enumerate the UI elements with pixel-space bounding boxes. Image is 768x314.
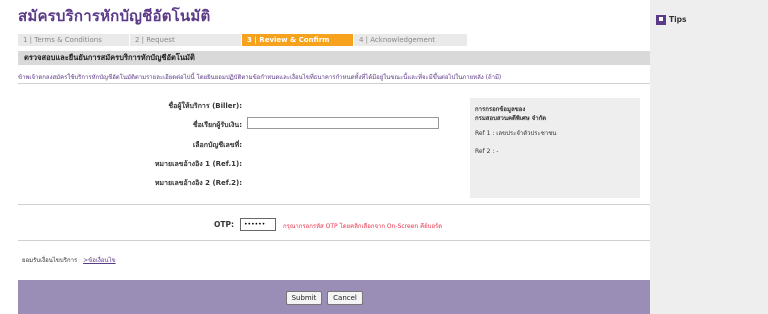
ref2-label: หมายเลขอ้างอิง 2 (Ref.2): (154, 179, 242, 187)
otp-input[interactable]: •••••• (240, 218, 276, 231)
step-request: 2 | Request (130, 34, 242, 46)
terms-text: ยอมรับเงื่อนไขบริการ (22, 257, 78, 264)
otp-label: OTP: (214, 220, 234, 229)
info-ref1: Ref 1 : เลขประจำตัวประชาชน (475, 130, 557, 137)
info-ref2: Ref 2 : - (475, 148, 499, 155)
tips-icon (656, 15, 666, 25)
section-header: ตรวจสอบและยืนยันการสมัครบริการหักบัญชีอั… (18, 51, 650, 65)
step-review-confirm: 3 | Review & Confirm (242, 34, 354, 46)
divider (18, 204, 650, 205)
biller-label: ชื่อผู้ให้บริการ (Biller): (168, 102, 242, 110)
divider (18, 83, 650, 84)
account-label: เลือกบัญชีเลขที่: (192, 141, 242, 149)
submit-button[interactable]: Submit (286, 291, 322, 305)
info-company: กรมสอบสวนคดีพิเศษ จำกัด (475, 115, 547, 122)
payer-name-label: ชื่อเรียกผู้รับเงิน: (192, 121, 242, 129)
page-title: สมัครบริการหักบัญชีอัตโนมัติ (18, 7, 211, 25)
cancel-button[interactable]: Cancel (327, 291, 363, 305)
otp-note: กรุณากรอกรหัส OTP โดยคลิกเลือกจาก On-Scr… (283, 223, 443, 230)
step-acknowledgement: 4 | Acknowledgement (354, 34, 468, 46)
tips-sidebar (650, 0, 768, 314)
divider (18, 240, 650, 241)
main-panel: สมัครบริการหักบัญชีอัตโนมัติ 1 | Terms &… (0, 0, 650, 314)
step-terms: 1 | Terms & Conditions (18, 34, 130, 46)
terms-row: ยอมรับเงื่อนไขบริการ >ข้อเงื่อนไข (22, 255, 116, 265)
tips-label[interactable]: Tips (669, 15, 687, 24)
section-description: ข้าพเจ้าตกลงสมัครใช้บริการหักบัญชีอัตโนม… (18, 74, 502, 81)
ref1-label: หมายเลขอ้างอิง 1 (Ref.1): (154, 160, 242, 168)
terms-link[interactable]: >ข้อเงื่อนไข (83, 257, 116, 264)
payer-name-input[interactable] (247, 117, 439, 129)
step-indicator: 1 | Terms & Conditions 2 | Request 3 | R… (18, 34, 468, 46)
